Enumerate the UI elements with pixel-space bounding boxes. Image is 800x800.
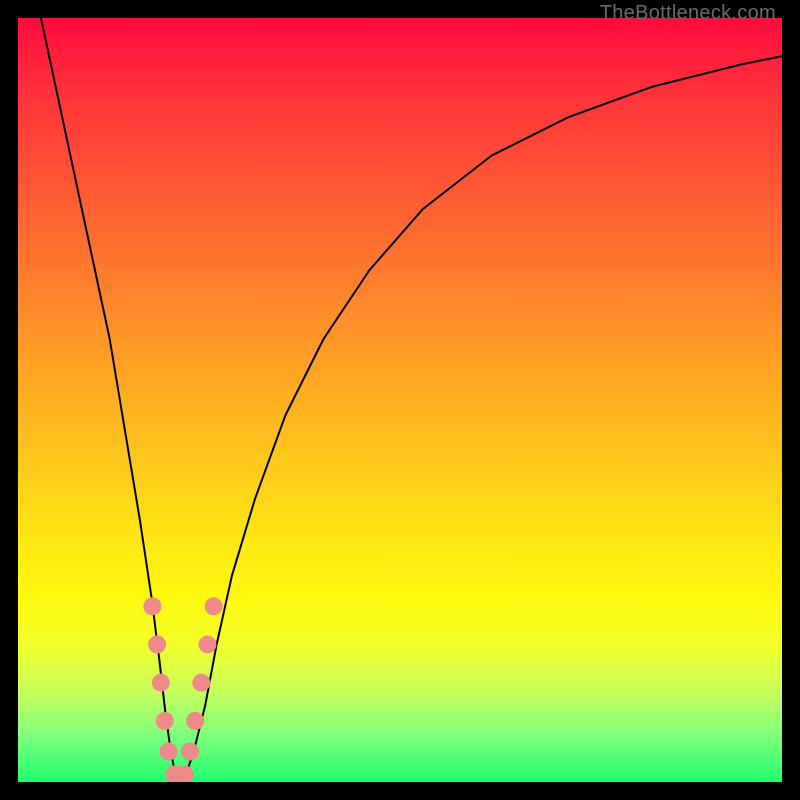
data-marker	[152, 674, 170, 692]
data-marker	[205, 597, 223, 615]
bottleneck-curve	[18, 18, 782, 782]
data-marker	[170, 773, 188, 782]
data-marker	[148, 635, 166, 653]
data-marker	[181, 742, 199, 760]
data-marker	[198, 635, 216, 653]
data-marker	[166, 765, 184, 782]
data-marker	[176, 765, 194, 782]
data-marker	[143, 597, 161, 615]
data-marker	[160, 742, 178, 760]
data-marker	[156, 712, 174, 730]
watermark-text: TheBottleneck.com	[600, 2, 776, 25]
data-marker	[186, 712, 204, 730]
data-marker	[192, 674, 210, 692]
chart-frame: TheBottleneck.com	[0, 0, 800, 800]
plot-area	[18, 18, 782, 782]
